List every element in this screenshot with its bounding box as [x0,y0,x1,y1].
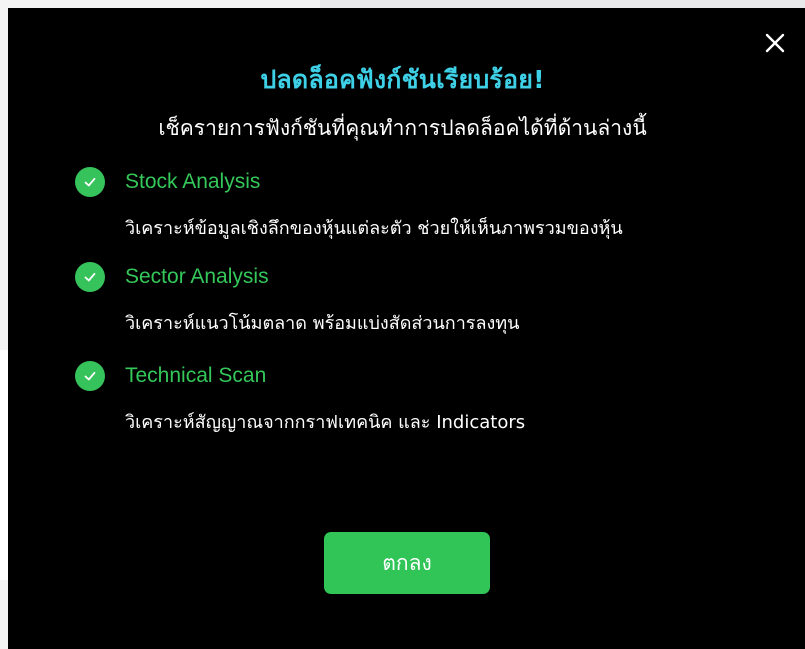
close-button[interactable] [762,30,788,56]
check-circle-icon [75,262,105,292]
feature-item-technical-scan: Technical Scan วิเคราะห์สัญญาณจากกราฟเทค… [75,359,775,436]
modal-subtitle: เช็ครายการฟังก์ชันที่คุณทำการปลดล็อคได้ท… [158,116,647,140]
feature-description: วิเคราะห์ข้อมูลเชิงลึกของหุ้นแต่ละตัว ช่… [125,218,623,239]
feature-name: Stock Analysis [125,170,261,193]
ok-button[interactable]: ตกลง [324,532,490,594]
feature-name: Sector Analysis [125,265,269,288]
feature-item-stock-analysis: Stock Analysis วิเคราะห์ข้อมูลเชิงลึกของ… [75,165,775,242]
check-circle-icon [75,167,105,197]
feature-description: วิเคราะห์แนวโน้มตลาด พร้อมแบ่งสัดส่วนการ… [125,313,520,334]
close-icon [765,33,785,53]
feature-description: วิเคราะห์สัญญาณจากกราฟเทคนิค และ Indicat… [125,412,526,433]
modal-title: ปลดล็อคฟังก์ชันเรียบร้อย! [260,65,545,94]
check-circle-icon [75,361,105,391]
background-header-strip [320,0,805,8]
feature-name: Technical Scan [125,364,267,387]
feature-item-sector-analysis: Sector Analysis วิเคราะห์แนวโน้มตลาด พร้… [75,260,775,337]
